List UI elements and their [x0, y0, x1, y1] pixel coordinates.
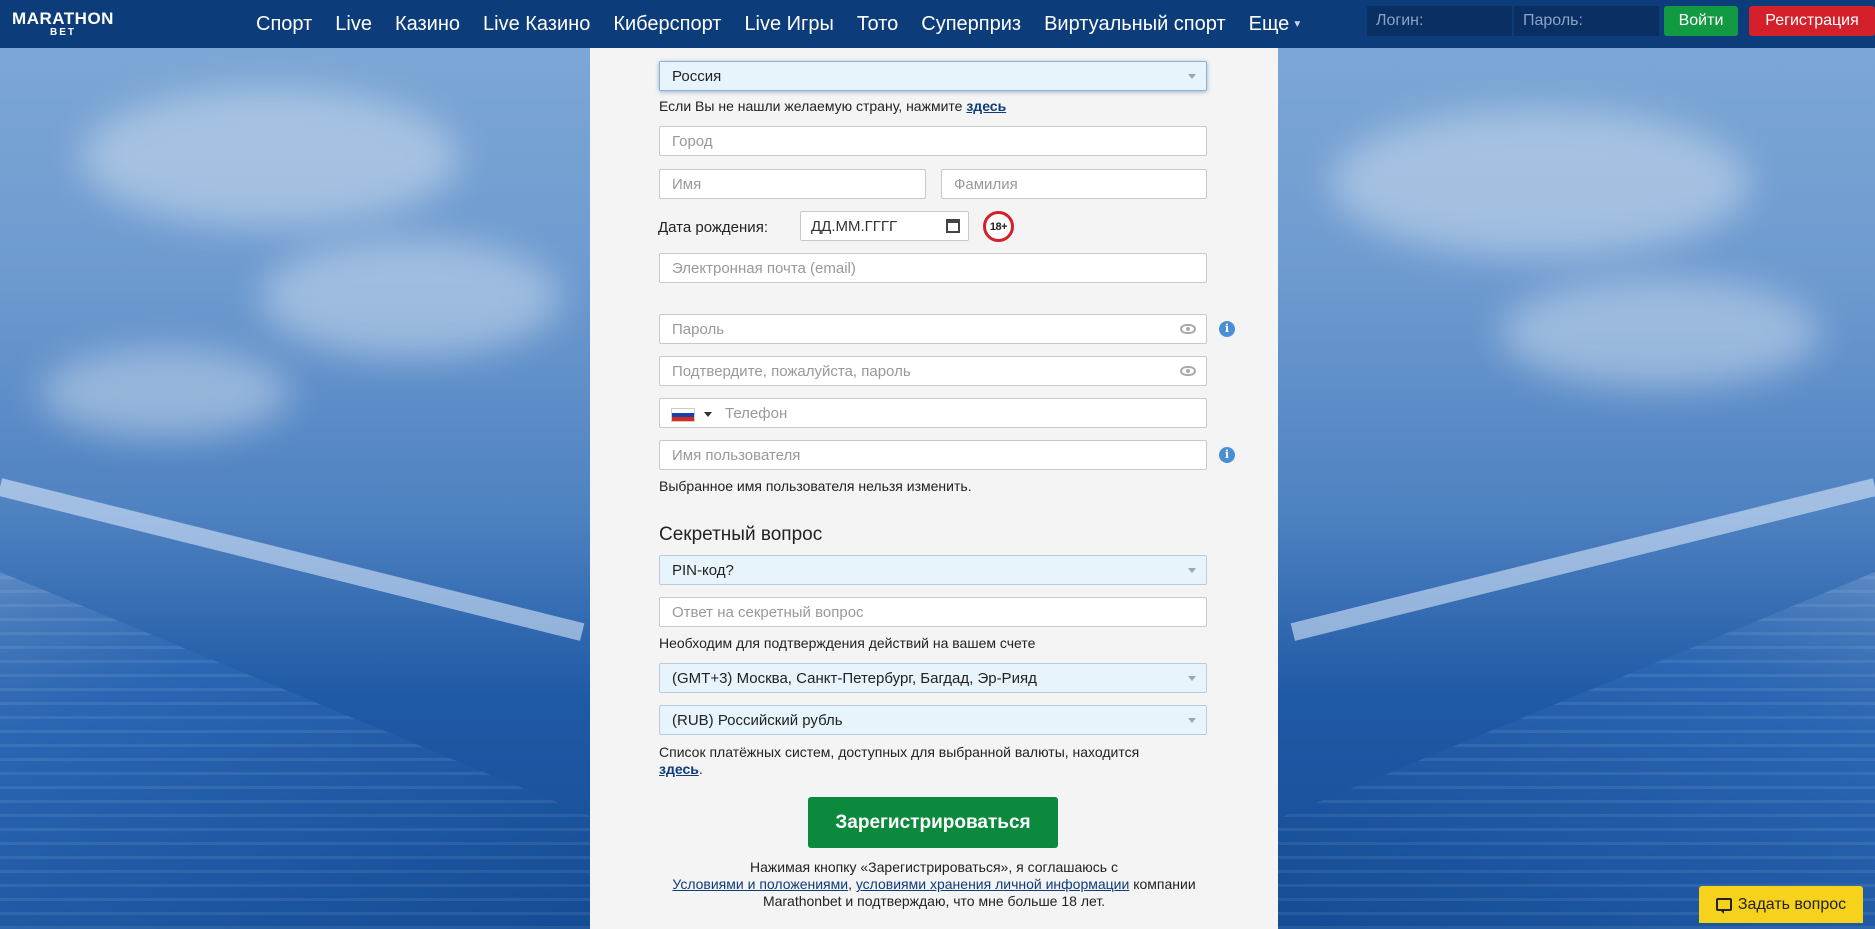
- chevron-down-icon: [1188, 718, 1196, 723]
- country-hint-text: Если Вы не нашли желаемую страну, нажмит…: [659, 98, 967, 114]
- last-name-placeholder: Фамилия: [954, 175, 1018, 193]
- chevron-down-icon: ▼: [1292, 18, 1303, 30]
- birth-date-placeholder: ДД.ММ.ГГГГ: [811, 217, 898, 235]
- ask-question-label: Задать вопрос: [1737, 895, 1847, 913]
- email-placeholder: Электронная почта (email): [672, 259, 856, 277]
- chat-bubble-icon: [1715, 898, 1732, 914]
- terms-comma: ,: [848, 876, 856, 892]
- secret-answer-placeholder: Ответ на секретный вопрос: [672, 603, 864, 621]
- country-select-value: Россия: [672, 67, 722, 85]
- payment-note: Список платёжных систем, доступных для в…: [659, 744, 1140, 777]
- nav-live-casino[interactable]: Live Казино: [483, 13, 590, 36]
- nav-casino[interactable]: Казино: [395, 13, 460, 36]
- nav-toto[interactable]: Тото: [857, 13, 898, 36]
- nav-more-label: Еще: [1248, 12, 1290, 35]
- secret-question-heading: Секретный вопрос: [659, 524, 823, 545]
- password-input[interactable]: [1514, 6, 1659, 36]
- eye-icon[interactable]: [1180, 324, 1196, 334]
- terms-company: компании: [1129, 876, 1196, 892]
- secret-answer-input[interactable]: Ответ на секретный вопрос: [659, 597, 1207, 627]
- registration-form: Россия Если Вы не нашли желаемую страну,…: [590, 48, 1278, 929]
- main-nav: Спорт Live Казино Live Казино Киберспорт…: [256, 0, 1325, 48]
- auth-bar: Войти Регистрация: [1367, 6, 1875, 36]
- phone-placeholder: Телефон: [725, 404, 788, 422]
- timezone-select[interactable]: (GMT+3) Москва, Санкт-Петербург, Багдад,…: [659, 663, 1207, 693]
- country-hint-link[interactable]: здесь: [966, 98, 1006, 114]
- password-info-icon[interactable]: i: [1219, 321, 1235, 337]
- submit-registration-button[interactable]: Зарегистрироваться: [808, 797, 1058, 848]
- nav-sport[interactable]: Спорт: [256, 13, 312, 36]
- nav-more[interactable]: Еще ▼: [1249, 13, 1303, 36]
- chevron-down-icon: [1188, 676, 1196, 681]
- email-input[interactable]: Электронная почта (email): [659, 253, 1207, 283]
- login-input[interactable]: [1367, 6, 1512, 36]
- chevron-down-icon[interactable]: [704, 412, 712, 417]
- terms-conditions-link[interactable]: Условиями и положениями: [672, 876, 848, 892]
- birth-date-label: Дата рождения:: [658, 219, 768, 236]
- terms-line-2: Условиями и положениями, условиями хране…: [630, 876, 1238, 893]
- nav-virtual-sport[interactable]: Виртуальный спорт: [1044, 13, 1226, 36]
- privacy-policy-link[interactable]: условиями хранения личной информации: [856, 876, 1129, 892]
- eye-icon[interactable]: [1180, 366, 1196, 376]
- chevron-down-icon: [1188, 74, 1196, 79]
- birth-date-input[interactable]: ДД.ММ.ГГГГ: [800, 211, 969, 241]
- secret-note: Необходим для подтверждения действий на …: [659, 635, 1036, 651]
- first-name-input[interactable]: Имя: [659, 169, 926, 199]
- age-18-plus-badge: 18+: [983, 211, 1014, 242]
- chevron-down-icon: [1188, 568, 1196, 573]
- russia-flag-icon[interactable]: [671, 408, 695, 422]
- password-placeholder: Пароль: [672, 320, 725, 338]
- ask-question-button[interactable]: Задать вопрос: [1699, 886, 1863, 923]
- last-name-input[interactable]: Фамилия: [941, 169, 1207, 199]
- calendar-icon[interactable]: [946, 219, 960, 233]
- phone-input[interactable]: Телефон: [659, 398, 1207, 428]
- terms-line-1: Нажимая кнопку «Зарегистрироваться», я с…: [750, 859, 1118, 875]
- timezone-value: (GMT+3) Москва, Санкт-Петербург, Багдад,…: [672, 669, 1037, 687]
- top-navbar: MARATHON BET Спорт Live Казино Live Кази…: [0, 0, 1875, 48]
- nav-superprize[interactable]: Суперприз: [921, 13, 1021, 36]
- username-placeholder: Имя пользователя: [672, 446, 801, 464]
- marathon-bet-logo[interactable]: MARATHON BET: [4, 4, 122, 44]
- terms-text: Нажимая кнопку «Зарегистрироваться», я с…: [630, 859, 1238, 910]
- logo-subtext: BET: [50, 26, 76, 38]
- currency-select[interactable]: (RUB) Российский рубль: [659, 705, 1207, 735]
- password-confirm-placeholder: Подтвердите, пожалуйста, пароль: [672, 362, 911, 380]
- first-name-placeholder: Имя: [672, 175, 702, 193]
- secret-question-select[interactable]: PIN-код?: [659, 555, 1207, 585]
- currency-value: (RUB) Российский рубль: [672, 711, 843, 729]
- city-placeholder: Город: [672, 132, 713, 150]
- password-field[interactable]: Пароль: [659, 314, 1207, 344]
- country-select[interactable]: Россия: [659, 61, 1207, 91]
- username-info-icon[interactable]: i: [1219, 447, 1235, 463]
- nav-live[interactable]: Live: [335, 13, 372, 36]
- payment-note-text: Список платёжных систем, доступных для в…: [659, 744, 1140, 760]
- payment-note-link[interactable]: здесь: [659, 761, 699, 777]
- secret-question-value: PIN-код?: [672, 561, 734, 579]
- nav-esports[interactable]: Киберспорт: [613, 13, 721, 36]
- password-confirm-field[interactable]: Подтвердите, пожалуйста, пароль: [659, 356, 1207, 386]
- nav-live-games[interactable]: Live Игры: [744, 13, 833, 36]
- login-button[interactable]: Войти: [1664, 6, 1738, 36]
- terms-line-3: Marathonbet и подтверждаю, что мне больш…: [762, 893, 1106, 909]
- city-input[interactable]: Город: [659, 126, 1207, 156]
- logo-text: MARATHON: [12, 8, 114, 28]
- username-note: Выбранное имя пользователя нельзя измени…: [659, 478, 972, 494]
- username-input[interactable]: Имя пользователя: [659, 440, 1207, 470]
- register-button[interactable]: Регистрация: [1749, 6, 1875, 36]
- country-hint: Если Вы не нашли желаемую страну, нажмит…: [659, 98, 1006, 114]
